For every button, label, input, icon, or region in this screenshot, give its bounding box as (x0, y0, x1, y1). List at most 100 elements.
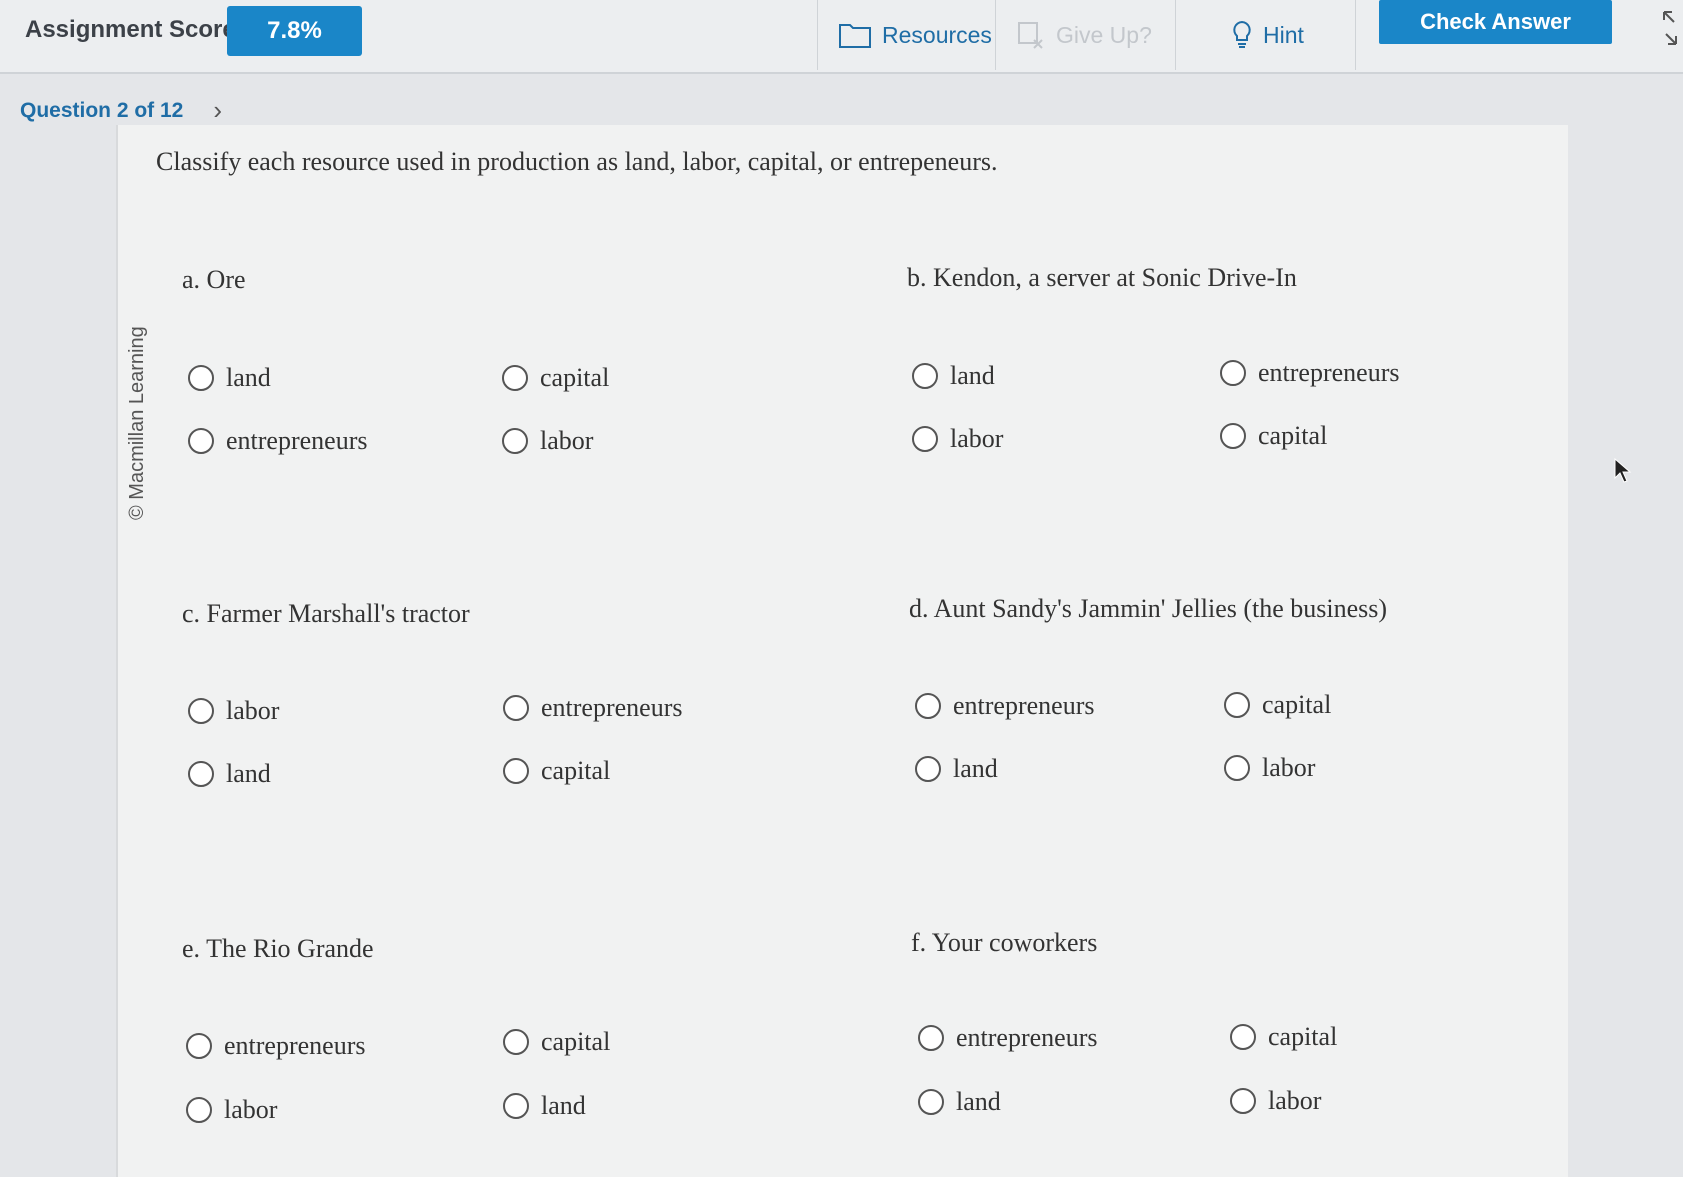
question-a-label: a. Ore (182, 265, 246, 294)
option-label: capital (1262, 690, 1332, 719)
question-panel: © Macmillan Learning Classify each resou… (116, 125, 1568, 1177)
radio-button[interactable] (912, 363, 938, 389)
radio-button[interactable] (918, 1025, 944, 1051)
radio-button[interactable] (1224, 692, 1250, 718)
give-up-icon (1018, 22, 1043, 49)
option-label: capital (541, 1027, 611, 1056)
folder-icon (839, 24, 871, 48)
question-b-option[interactable]: labor (912, 424, 1003, 454)
option-label: entrepreneurs (953, 691, 1095, 720)
question-nav: Question 2 of 12 › (20, 95, 222, 126)
question-f-label: f. Your coworkers (911, 928, 1098, 957)
option-label: labor (226, 696, 280, 725)
option-label: capital (1268, 1022, 1338, 1051)
radio-button[interactable] (1224, 755, 1250, 781)
question-c-option[interactable]: labor (188, 696, 279, 726)
option-label: land (956, 1087, 1001, 1116)
option-label: capital (541, 756, 611, 785)
question-counter: Question 2 of 12 (20, 98, 184, 122)
radio-button[interactable] (188, 698, 214, 724)
question-f-option[interactable]: labor (1230, 1086, 1321, 1116)
question-d-option[interactable]: capital (1224, 690, 1331, 720)
assignment-score-label: Assignment Score: (25, 16, 244, 43)
question-f-option[interactable]: capital (1230, 1022, 1337, 1052)
option-label: land (953, 754, 998, 783)
question-e-option[interactable]: capital (503, 1027, 610, 1057)
resources-button[interactable]: Resources (817, 0, 995, 70)
hint-button[interactable]: Hint (1175, 0, 1355, 70)
option-label: labor (540, 426, 594, 455)
give-up-button[interactable]: Give Up? (995, 0, 1175, 70)
top-bar: Assignment Score: 7.8% Resources Give Up… (0, 0, 1683, 74)
radio-button[interactable] (188, 365, 214, 391)
question-f-option[interactable]: land (918, 1087, 1001, 1117)
option-label: capital (1258, 421, 1328, 450)
assignment-score-badge: 7.8% (227, 6, 362, 56)
option-label: entrepreneurs (541, 693, 683, 722)
lightbulb-icon (1233, 20, 1251, 48)
question-a-option[interactable]: land (188, 363, 271, 393)
radio-button[interactable] (186, 1097, 212, 1123)
radio-button[interactable] (502, 428, 528, 454)
question-d-option[interactable]: labor (1224, 753, 1315, 783)
question-e-option[interactable]: entrepreneurs (186, 1031, 365, 1061)
radio-button[interactable] (503, 1093, 529, 1119)
radio-button[interactable] (1220, 423, 1246, 449)
question-a-option[interactable]: entrepreneurs (188, 426, 367, 456)
question-a-option[interactable]: labor (502, 426, 593, 456)
question-c-option[interactable]: entrepreneurs (503, 693, 682, 723)
question-e-option[interactable]: land (503, 1091, 586, 1121)
radio-button[interactable] (915, 693, 941, 719)
radio-button[interactable] (188, 428, 214, 454)
question-e-option[interactable]: labor (186, 1095, 277, 1125)
option-label: capital (540, 363, 610, 392)
mouse-pointer-icon (1614, 458, 1632, 483)
option-label: land (541, 1091, 586, 1120)
copyright-text: © Macmillan Learning (126, 326, 148, 520)
toolbar-divider (1355, 0, 1379, 70)
option-label: labor (1262, 753, 1316, 782)
radio-button[interactable] (502, 365, 528, 391)
question-prompt: Classify each resource used in productio… (156, 147, 998, 176)
give-up-label: Give Up? (1056, 21, 1152, 48)
radio-button[interactable] (1230, 1024, 1256, 1050)
question-e-label: e. The Rio Grande (182, 934, 374, 963)
option-label: entrepreneurs (956, 1023, 1098, 1052)
question-c-label: c. Farmer Marshall's tractor (182, 599, 470, 628)
question-c-option[interactable]: land (188, 759, 271, 789)
option-label: labor (950, 424, 1004, 453)
question-b-option[interactable]: land (912, 361, 995, 391)
question-b-option[interactable]: capital (1220, 421, 1327, 451)
option-label: labor (224, 1095, 278, 1124)
radio-button[interactable] (918, 1089, 944, 1115)
option-label: land (950, 361, 995, 390)
option-label: land (226, 363, 271, 392)
option-label: entrepreneurs (1258, 358, 1400, 387)
question-c-option[interactable]: capital (503, 756, 610, 786)
check-answer-button[interactable]: Check Answer (1379, 0, 1612, 44)
radio-button[interactable] (188, 761, 214, 787)
radio-button[interactable] (1220, 360, 1246, 386)
question-d-option[interactable]: land (915, 754, 998, 784)
question-a-option[interactable]: capital (502, 363, 609, 393)
radio-button[interactable] (915, 756, 941, 782)
radio-button[interactable] (503, 758, 529, 784)
radio-button[interactable] (503, 1029, 529, 1055)
option-label: entrepreneurs (226, 426, 368, 455)
option-label: labor (1268, 1086, 1322, 1115)
option-label: land (226, 759, 271, 788)
question-d-option[interactable]: entrepreneurs (915, 691, 1094, 721)
radio-button[interactable] (912, 426, 938, 452)
next-question-chevron-icon[interactable]: › (213, 95, 222, 126)
question-b-option[interactable]: entrepreneurs (1220, 358, 1399, 388)
radio-button[interactable] (503, 695, 529, 721)
question-b-label: b. Kendon, a server at Sonic Drive-In (907, 263, 1297, 292)
radio-button[interactable] (186, 1033, 212, 1059)
expand-icon[interactable] (1660, 8, 1680, 48)
question-f-option[interactable]: entrepreneurs (918, 1023, 1097, 1053)
radio-button[interactable] (1230, 1088, 1256, 1114)
option-label: entrepreneurs (224, 1031, 366, 1060)
hint-label: Hint (1263, 21, 1304, 48)
question-d-label: d. Aunt Sandy's Jammin' Jellies (the bus… (909, 594, 1388, 623)
resources-label: Resources (882, 21, 992, 48)
